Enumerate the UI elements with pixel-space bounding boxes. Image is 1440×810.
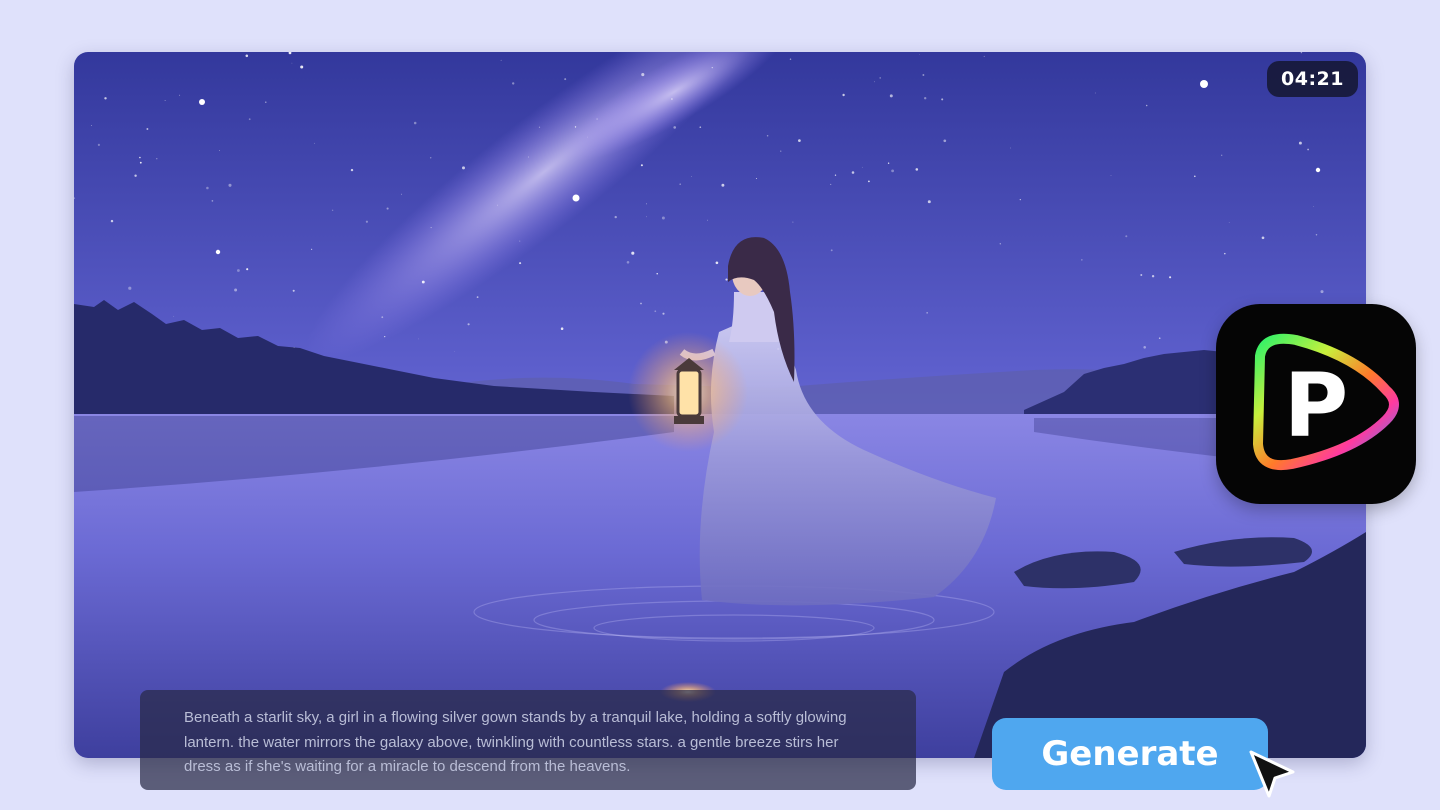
prompt-text: Beneath a starlit sky, a girl in a flowi… <box>140 690 916 790</box>
svg-text:P: P <box>1284 354 1349 457</box>
app-logo-p-icon: P <box>1216 304 1416 504</box>
video-timestamp: 04:21 <box>1267 61 1358 97</box>
generate-button[interactable]: Generate <box>992 718 1268 790</box>
mouse-pointer-icon <box>1249 750 1295 798</box>
video-preview[interactable]: 04:21 <box>74 52 1366 758</box>
scene-image <box>74 52 1366 758</box>
